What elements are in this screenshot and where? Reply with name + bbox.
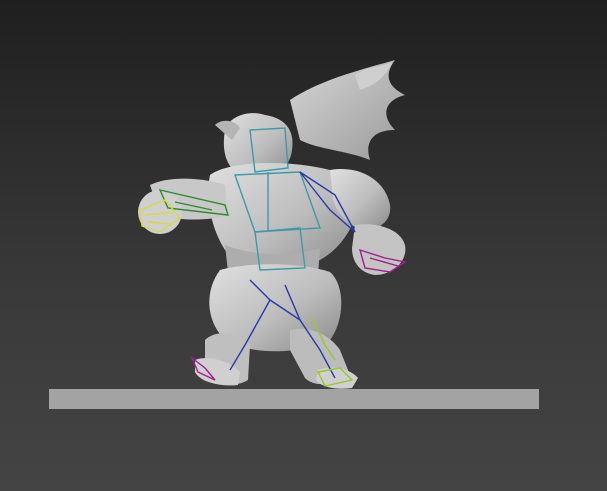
character-model[interactable] — [0, 0, 607, 491]
left-leg-mesh[interactable] — [195, 333, 250, 386]
3d-viewport[interactable] — [0, 0, 607, 491]
hair-mesh[interactable] — [290, 60, 405, 160]
